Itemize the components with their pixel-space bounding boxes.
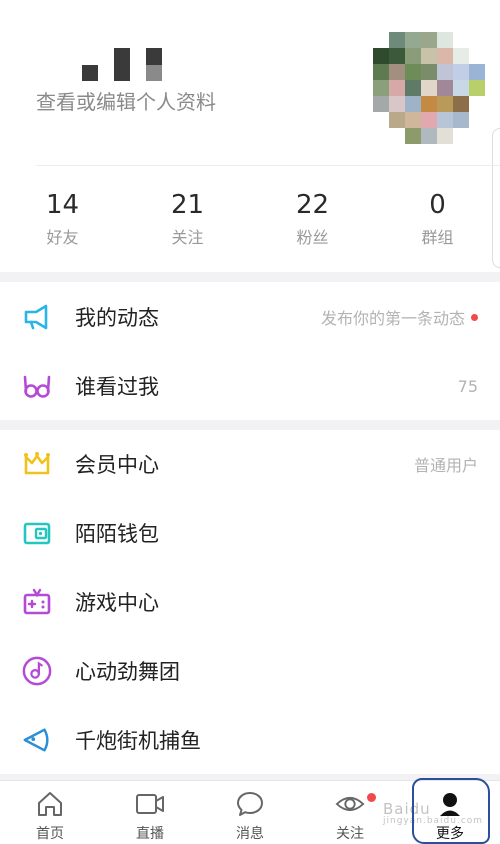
username-pixelated [82, 48, 162, 82]
stat-friends[interactable]: 14 好友 [0, 182, 125, 262]
stat-value: 14 [45, 190, 80, 220]
stat-label: 好友 [46, 228, 79, 247]
glasses-icon [22, 371, 52, 401]
fish-icon [22, 725, 52, 755]
edit-profile-link[interactable]: 查看或编辑个人资料 [36, 86, 216, 115]
tab-label: 首页 [36, 826, 64, 842]
avatar[interactable] [373, 32, 485, 144]
tab-label: 关注 [336, 826, 364, 842]
menu-item-visitors[interactable]: 谁看过我 75 [0, 352, 500, 420]
menu-label: 陌陌钱包 [75, 522, 159, 546]
membership-status: 普通用户 [413, 456, 478, 475]
menu-hint: 发布你的第一条动态 [321, 305, 478, 329]
section-gap [0, 272, 500, 282]
menu-hint: 普通用户 [414, 452, 478, 476]
divider [36, 165, 500, 166]
menu-item-my-feed[interactable]: 我的动态 发布你的第一条动态 [0, 283, 500, 351]
menu-item-fishing-game[interactable]: 千炮街机捕鱼 [0, 706, 500, 774]
chat-bubble-icon [235, 789, 265, 819]
watermark: Baidu jingyan.baidu.com [383, 800, 483, 826]
eye-icon [335, 789, 365, 819]
gamepad-icon [22, 587, 52, 617]
menu-label: 心动劲舞团 [75, 660, 180, 684]
stat-value: 0 [429, 190, 446, 220]
menu-hint: 75 [458, 377, 478, 396]
menu-item-dance-team[interactable]: 心动劲舞团 [0, 637, 500, 705]
stat-fans[interactable]: 22 粉丝 [250, 182, 375, 262]
menu-label: 游戏中心 [75, 591, 159, 615]
home-icon [35, 789, 65, 819]
visitor-count: 75 [457, 376, 478, 396]
stat-label: 群组 [421, 228, 454, 247]
tab-label: 直播 [136, 826, 164, 842]
stat-value: 22 [295, 190, 330, 220]
section-gap [0, 420, 500, 430]
menu-item-wallet[interactable]: 陌陌钱包 [0, 499, 500, 567]
menu-hint-text: 发布你的第一条动态 [320, 309, 465, 328]
profile-header[interactable]: 查看或编辑个人资料 [0, 0, 500, 165]
stat-groups[interactable]: 0 群组 [375, 182, 500, 262]
stat-label: 关注 [171, 228, 204, 247]
menu-item-vip-center[interactable]: 会员中心 普通用户 [0, 430, 500, 498]
stat-value: 21 [170, 190, 205, 220]
tab-home[interactable]: 首页 [0, 781, 100, 844]
megaphone-icon [22, 302, 52, 332]
stat-label: 粉丝 [296, 228, 329, 247]
wallet-icon [22, 518, 52, 548]
menu-item-game-center[interactable]: 游戏中心 [0, 568, 500, 636]
crown-icon [22, 449, 52, 479]
menu-label: 我的动态 [75, 306, 159, 330]
stat-following[interactable]: 21 关注 [125, 182, 250, 262]
menu-label: 千炮街机捕鱼 [75, 729, 201, 753]
notification-dot [471, 313, 478, 321]
tab-messages[interactable]: 消息 [200, 781, 300, 844]
menu-label: 谁看过我 [75, 375, 159, 399]
tab-live[interactable]: 直播 [100, 781, 200, 844]
watermark-url: jingyan.baidu.com [383, 816, 484, 826]
tab-label: 消息 [236, 826, 264, 842]
notification-dot [367, 793, 376, 802]
video-camera-icon [135, 789, 165, 819]
stats-bar: 14 好友 21 关注 22 粉丝 0 群组 [0, 182, 500, 262]
tab-label: 更多 [436, 826, 464, 842]
menu-label: 会员中心 [75, 453, 159, 477]
music-disc-icon [22, 656, 52, 686]
